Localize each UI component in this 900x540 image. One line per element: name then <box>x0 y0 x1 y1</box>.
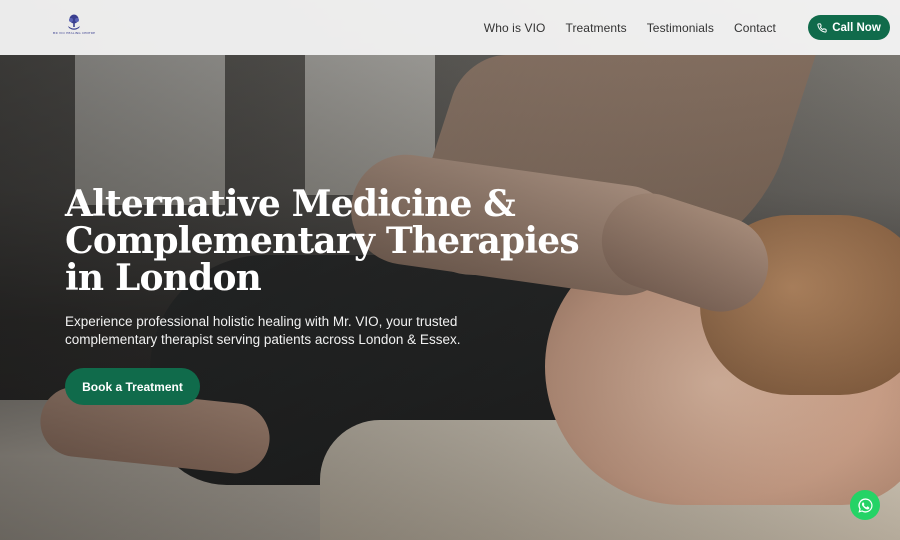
whatsapp-icon <box>857 497 873 513</box>
call-now-button[interactable]: Call Now <box>808 15 890 40</box>
site-header: MR VIO HEALING CENTRE Who is VIO Treatme… <box>0 0 900 55</box>
main-nav: Who is VIO Treatments Testimonials Conta… <box>484 0 776 55</box>
phone-icon <box>817 22 827 33</box>
subtext-line: complementary therapist serving patients… <box>65 332 461 347</box>
site-logo[interactable]: MR VIO HEALING CENTRE <box>53 14 95 42</box>
subtext-line: Experience professional holistic healing… <box>65 314 458 329</box>
whatsapp-button[interactable] <box>850 490 880 520</box>
book-treatment-button[interactable]: Book a Treatment <box>65 368 200 405</box>
tree-hand-logo-icon <box>68 14 80 30</box>
headline-line: in London <box>65 257 262 299</box>
book-treatment-label: Book a Treatment <box>82 379 183 394</box>
nav-link-contact[interactable]: Contact <box>734 21 776 35</box>
headline-line: Complementary Therapies <box>65 220 580 262</box>
headline-line: Alternative Medicine & <box>65 183 516 225</box>
nav-link-who-is-vio[interactable]: Who is VIO <box>484 21 546 35</box>
hero-subtext: Experience professional holistic healing… <box>65 313 485 349</box>
logo-text: MR VIO HEALING CENTRE <box>52 31 96 35</box>
nav-link-testimonials[interactable]: Testimonials <box>647 21 714 35</box>
nav-link-treatments[interactable]: Treatments <box>565 21 626 35</box>
hero-headline: Alternative Medicine & Complementary The… <box>65 186 585 297</box>
call-now-label: Call Now <box>832 21 881 34</box>
